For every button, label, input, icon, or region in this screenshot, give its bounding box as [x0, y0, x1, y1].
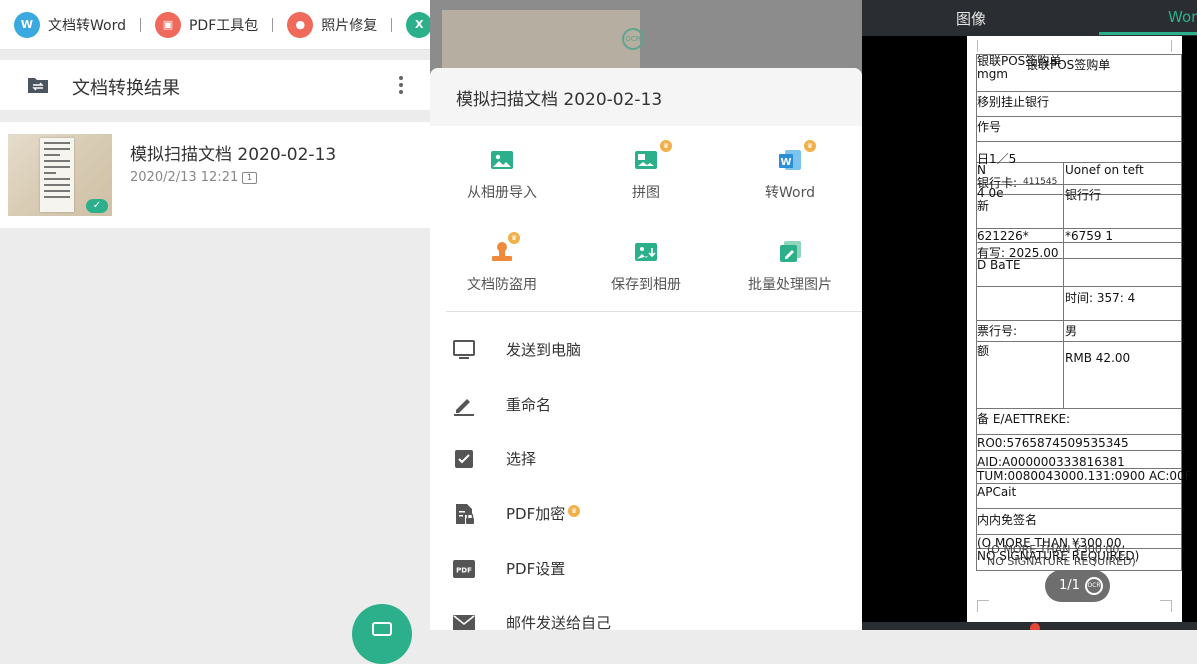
divider: [446, 311, 862, 312]
document-list-item[interactable]: ✓ 模拟扫描文档 2020-02-13 2020/2/13 12:21 1: [0, 122, 430, 228]
receipt-page: 银联POS签购单 mgm 银联POS签购单 移别挂止银行 作号 日1／5 N U…: [967, 36, 1192, 622]
word-convert-icon: W: [779, 150, 801, 170]
tool-excel[interactable]: X: [392, 0, 430, 49]
premium-crown-icon: ♛: [804, 140, 816, 152]
word-doc-icon: W: [14, 11, 40, 38]
crop-corner: [977, 40, 989, 52]
conversion-results-header[interactable]: 文档转换结果: [0, 60, 430, 110]
checkbox-icon: [455, 450, 473, 469]
batch-edit-icon: [780, 241, 801, 262]
photo-restore-icon: ●: [287, 11, 314, 38]
tool-pdf-kit[interactable]: ▣ PDF工具包: [141, 0, 274, 49]
pdf-icon: PDF: [453, 559, 475, 578]
save-album-icon: [635, 243, 657, 261]
crop-corner: [1160, 600, 1172, 612]
folder-swap-icon: [28, 78, 48, 93]
anti-theft-button[interactable]: ♛ 文档防盗用: [430, 218, 574, 310]
tool-label: 照片修复: [321, 17, 378, 34]
svg-text:PDF: PDF: [456, 566, 472, 574]
page-number: 1/1: [1059, 578, 1080, 593]
camera-icon: [372, 622, 392, 636]
excel-doc-icon: X: [406, 11, 430, 38]
ocr-icon: OCR: [622, 28, 644, 50]
premium-crown-icon: ♛: [508, 232, 520, 244]
tab-image[interactable]: 图像: [956, 8, 986, 29]
document-list-panel: W 文档转Word ▣ PDF工具包 ● 照片修复 X 文档转换结果 ✓ 模拟扫…: [0, 0, 430, 664]
tool-label: 文档转Word: [48, 17, 126, 34]
document-title: 模拟扫描文档 2020-02-13: [130, 145, 337, 165]
tool-word-convert[interactable]: W 文档转Word: [0, 0, 141, 49]
collage-icon: [635, 151, 657, 169]
active-tab-indicator: [1099, 32, 1197, 35]
crop-corner: [977, 600, 989, 612]
batch-process-button[interactable]: 批量处理图片: [718, 218, 862, 310]
image-import-icon: [491, 151, 513, 169]
document-date: 2020/2/13 12:21: [130, 170, 239, 185]
action-menu: 发送到电脑 重命名 选择 PDF加密 ♛ PDF PDF设置 邮件发送给自己: [430, 322, 862, 630]
lock-doc-icon: [456, 504, 474, 525]
sheet-title: 模拟扫描文档 2020-02-13: [430, 68, 862, 126]
mail-icon: [453, 615, 475, 630]
page-title: 文档转换结果: [72, 78, 180, 99]
premium-crown-icon: ♛: [660, 140, 672, 152]
email-self-item[interactable]: 邮件发送给自己: [430, 595, 862, 630]
convert-word-button[interactable]: W ♛ 转Word: [718, 126, 862, 218]
send-to-computer-item[interactable]: 发送到电脑: [430, 322, 862, 377]
camera-button[interactable]: [352, 604, 412, 664]
ocr-zoom-icon[interactable]: OCR: [1085, 577, 1103, 595]
action-sheet: 模拟扫描文档 2020-02-13 从相册导入 ♛ 拼图 W ♛ 转Word ♛…: [430, 68, 862, 630]
page-indicator[interactable]: 1/1 OCR: [1045, 570, 1110, 602]
page-count-badge: 1: [242, 172, 257, 184]
select-item[interactable]: 选择: [430, 431, 862, 486]
more-options-icon[interactable]: [396, 74, 406, 96]
monitor-icon: [453, 340, 475, 359]
viewer-tabs: 图像 Word: [862, 0, 1197, 36]
cloud-synced-icon: ✓: [86, 199, 108, 213]
rename-item[interactable]: 重命名: [430, 377, 862, 432]
tab-word[interactable]: Word: [1168, 8, 1197, 26]
background-thumbnail: OCR: [442, 10, 644, 70]
pdf-encrypt-item[interactable]: PDF加密 ♛: [430, 486, 862, 541]
briefcase-icon: ▣: [154, 11, 181, 38]
pdf-settings-item[interactable]: PDF PDF设置: [430, 541, 862, 596]
import-from-album-button[interactable]: 从相册导入: [430, 126, 574, 218]
tools-toolbar: W 文档转Word ▣ PDF工具包 ● 照片修复 X: [0, 0, 430, 50]
document-viewer-panel: 图像 Word 银联POS签购单 mg: [862, 0, 1197, 630]
action-grid: 从相册导入 ♛ 拼图 W ♛ 转Word ♛ 文档防盗用 保存到相册 批量处理图…: [430, 126, 862, 310]
tool-photo-restore[interactable]: ● 照片修复: [273, 0, 393, 49]
notification-dot: [1030, 623, 1040, 630]
premium-crown-icon: ♛: [568, 505, 580, 518]
crop-corner: [1160, 40, 1172, 52]
document-thumbnail: ✓: [8, 134, 112, 216]
document-actions-overlay: OCR 模拟扫描文档 2020-02-13 从相册导入 ♛ 拼图 W ♛ 转Wo…: [430, 0, 862, 630]
collage-button[interactable]: ♛ 拼图: [574, 126, 718, 218]
tool-label: PDF工具包: [188, 17, 259, 34]
svg-text:W: W: [780, 157, 791, 168]
pencil-icon: [454, 398, 474, 416]
save-to-album-button[interactable]: 保存到相册: [574, 218, 718, 310]
